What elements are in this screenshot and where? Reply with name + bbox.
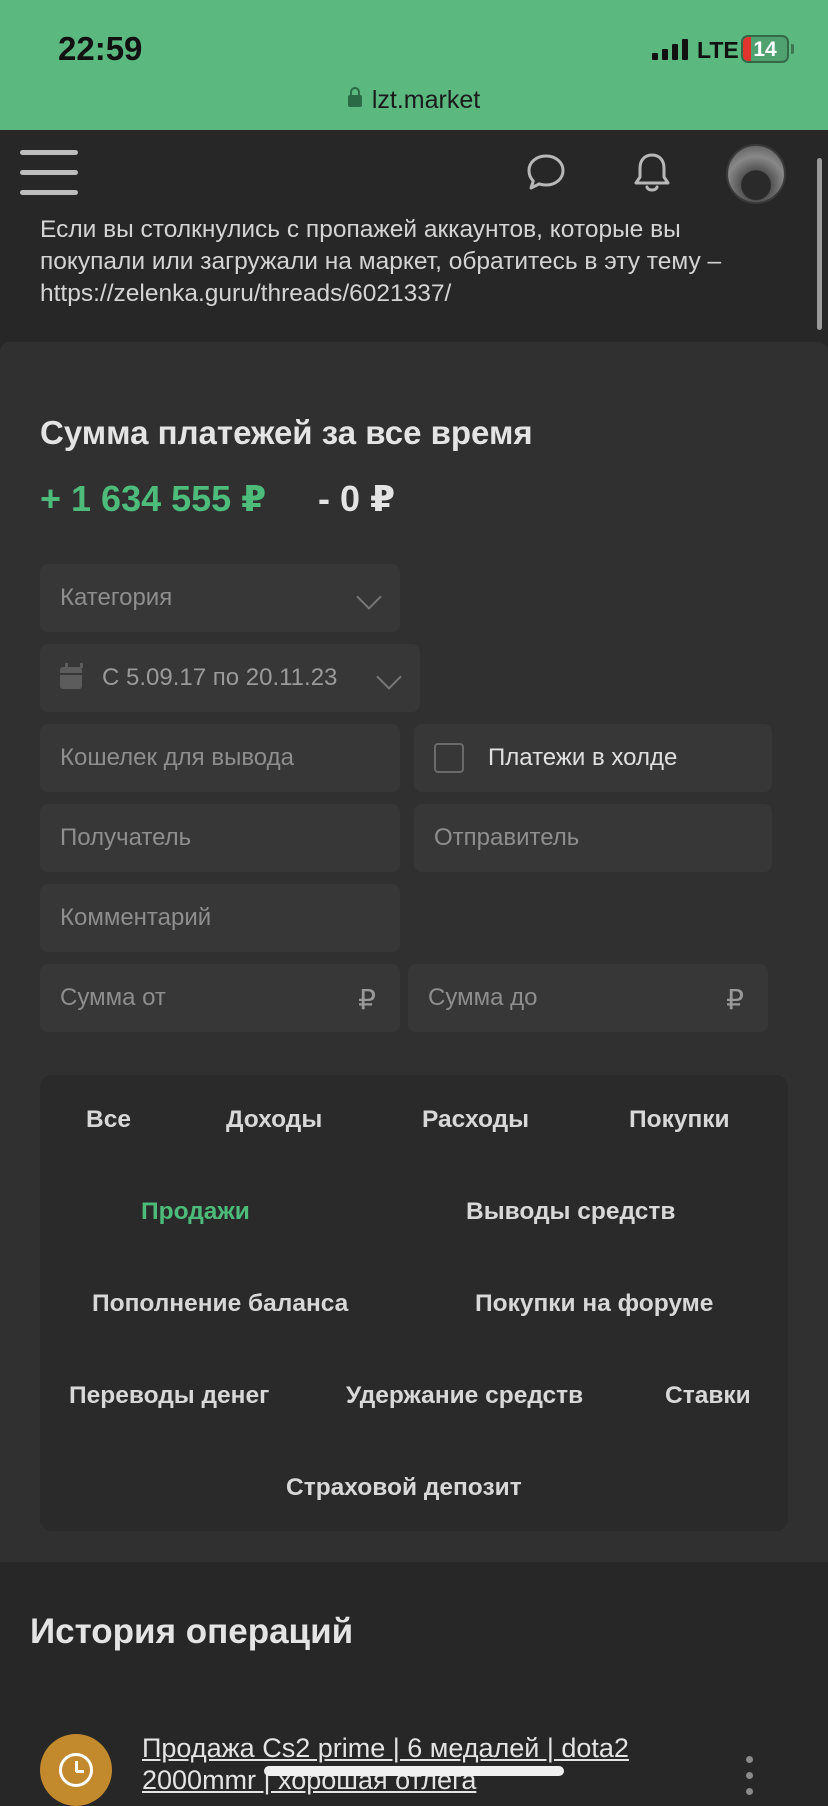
signal-icon	[652, 38, 688, 60]
battery-level: 14	[753, 38, 777, 61]
tab-expenses[interactable]: Расходы	[422, 1106, 529, 1134]
date-range-select[interactable]: С 5.09.17 по 20.11.23	[40, 644, 420, 712]
chat-bubble-icon[interactable]	[524, 150, 568, 194]
amount-from-placeholder: Сумма от	[60, 984, 166, 1011]
amount-to-placeholder: Сумма до	[428, 984, 538, 1011]
comment-input[interactable]: Комментарий	[40, 884, 400, 952]
network-type: LTE	[697, 37, 739, 63]
battery-icon: 14	[741, 35, 789, 63]
category-placeholder: Категория	[60, 584, 173, 611]
tab-all[interactable]: Все	[86, 1106, 131, 1134]
category-select[interactable]: Категория	[40, 564, 400, 632]
chevron-down-icon	[376, 664, 402, 690]
income-total: + 1 634 555 ₽	[40, 478, 267, 519]
recipient-placeholder: Получатель	[60, 824, 192, 851]
status-bar: 22:59 LTE 14 lzt.market	[0, 0, 828, 130]
more-options-icon[interactable]	[746, 1756, 753, 1804]
avatar[interactable]	[726, 144, 786, 204]
history-title: История операций	[30, 1612, 354, 1651]
tab-bets[interactable]: Ставки	[665, 1382, 751, 1410]
bell-icon[interactable]	[630, 150, 674, 196]
operation-title[interactable]: Продажа Cs2 prime | 6 медалей | dota2 20…	[142, 1732, 662, 1796]
wallet-input[interactable]: Кошелек для вывода	[40, 724, 400, 792]
ruble-icon: ₽	[358, 984, 376, 1015]
tab-forum-purchases[interactable]: Покупки на форуме	[475, 1290, 713, 1318]
checkbox-icon[interactable]	[434, 743, 464, 773]
date-range-value: С 5.09.17 по 20.11.23	[102, 664, 338, 691]
expense-total: - 0 ₽	[318, 478, 396, 519]
tab-income[interactable]: Доходы	[226, 1106, 322, 1134]
battery-tip	[791, 44, 794, 54]
sender-input[interactable]: Отправитель	[414, 804, 772, 872]
status-time: 22:59	[58, 30, 143, 67]
tab-sales[interactable]: Продажи	[141, 1198, 250, 1226]
tab-holds[interactable]: Удержание средств	[346, 1382, 583, 1410]
hamburger-icon[interactable]	[20, 150, 78, 196]
url-text: lzt.market	[371, 86, 481, 114]
summary-title: Сумма платежей за все время	[40, 414, 533, 451]
chevron-down-icon	[356, 584, 382, 610]
amount-from-input[interactable]: Сумма от ₽	[40, 964, 400, 1032]
tab-insurance[interactable]: Страховой депозит	[286, 1474, 522, 1502]
recipient-input[interactable]: Получатель	[40, 804, 400, 872]
amount-to-input[interactable]: Сумма до ₽	[408, 964, 768, 1032]
home-indicator	[264, 1766, 564, 1776]
tab-transfers[interactable]: Переводы денег	[69, 1382, 269, 1410]
ruble-icon: ₽	[726, 984, 744, 1015]
scrollbar[interactable]	[817, 158, 822, 330]
notice-text: Если вы столкнулись с пропажей аккаунтов…	[40, 216, 722, 307]
tab-topup[interactable]: Пополнение баланса	[92, 1290, 348, 1318]
lock-icon	[347, 87, 362, 107]
calendar-icon	[60, 663, 83, 689]
sender-placeholder: Отправитель	[434, 824, 580, 851]
clock-icon	[40, 1734, 112, 1806]
tab-purchases[interactable]: Покупки	[629, 1106, 730, 1134]
comment-placeholder: Комментарий	[60, 904, 212, 931]
hold-payments-label: Платежи в холде	[488, 744, 678, 771]
address-bar[interactable]: lzt.market	[0, 86, 828, 115]
wallet-placeholder: Кошелек для вывода	[60, 744, 294, 771]
tab-withdrawals[interactable]: Выводы средств	[466, 1198, 675, 1226]
hold-payments-checkbox[interactable]: Платежи в холде	[414, 724, 772, 792]
